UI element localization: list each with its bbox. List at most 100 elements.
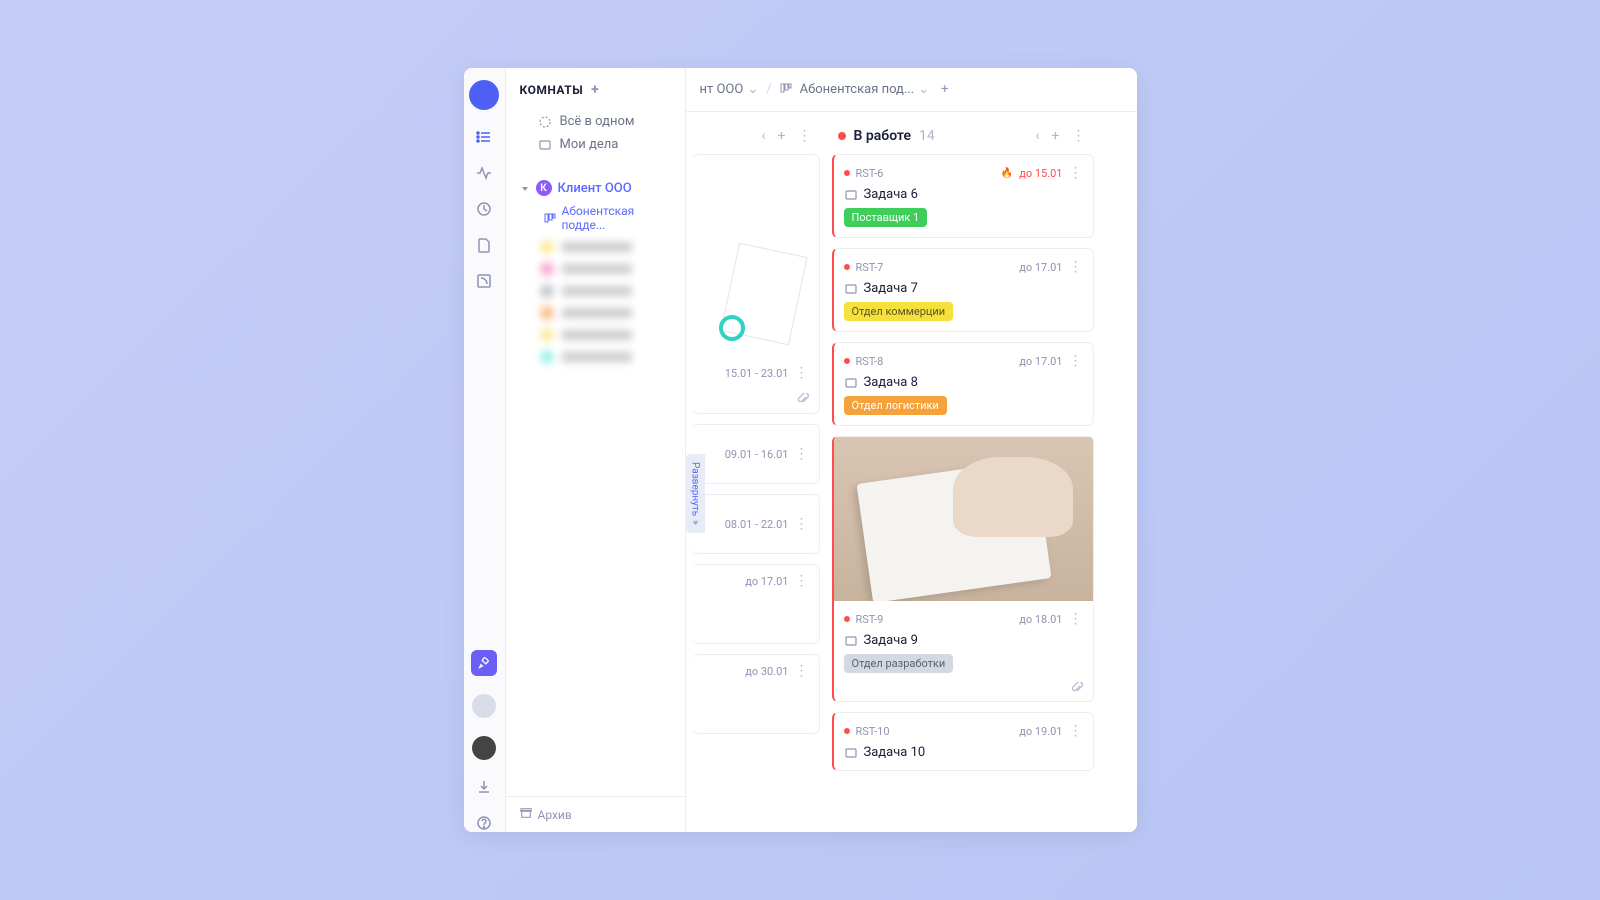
card-stub[interactable]: до 30.01 ⋮ xyxy=(692,654,820,734)
room-name: Клиент ООО xyxy=(558,181,632,196)
card-stub[interactable]: 08.01 - 22.01⋮ xyxy=(692,494,820,554)
expand-handle[interactable]: Развернуть » xyxy=(686,454,705,533)
card-stub[interactable]: до 17.01 ⋮ xyxy=(692,564,820,644)
room-blurred xyxy=(506,258,685,280)
kanban-card[interactable]: RST-7 до 17.01 ⋮ Задача 7 Отдел коммерции xyxy=(832,248,1094,332)
breadcrumb-room[interactable]: нт ООО⌄ xyxy=(700,82,759,97)
board-subscription[interactable]: Абонентская подде... xyxy=(506,200,685,236)
card-tag: Отдел разработки xyxy=(844,654,954,673)
column-more-icon[interactable]: ⋮ xyxy=(796,128,814,144)
prev-icon[interactable]: ‹ xyxy=(1033,128,1041,144)
breadcrumb: нт ООО⌄ / Абонентская под...⌄ + xyxy=(686,68,1137,112)
paperclip-icon xyxy=(797,393,809,405)
icon-rail xyxy=(464,68,506,832)
card-due: до 17.01 xyxy=(1019,261,1062,274)
kanban-card[interactable]: RST-8 до 17.01 ⋮ Задача 8 Отдел логистики xyxy=(832,342,1094,426)
board-icon xyxy=(544,212,556,224)
list-icon[interactable] xyxy=(475,128,493,146)
card-key: RST-9 xyxy=(856,613,884,626)
room-blurred xyxy=(506,324,685,346)
board-icon xyxy=(780,82,792,98)
breadcrumb-board[interactable]: Абонентская под...⌄ xyxy=(800,82,929,97)
board-name: Абонентская подде... xyxy=(562,204,675,232)
paperclip-icon xyxy=(1071,679,1083,691)
main-area: нт ООО⌄ / Абонентская под...⌄ + ‹ + ⋮ 15… xyxy=(686,68,1137,832)
feed-icon[interactable] xyxy=(475,272,493,290)
card-tag: Отдел коммерции xyxy=(844,302,954,321)
app-window: КОМНАТЫ + Всё в одном Мои дела К Клиент … xyxy=(464,68,1137,832)
card-status-dot xyxy=(844,264,850,270)
add-card-button[interactable]: + xyxy=(1050,128,1062,144)
card-title-text: Задача 8 xyxy=(864,375,918,390)
card-date: до 30.01 xyxy=(745,665,788,678)
archive-label: Архив xyxy=(538,808,572,822)
rocket-icon[interactable] xyxy=(471,650,497,676)
column-title: В работе xyxy=(854,128,912,144)
download-icon[interactable] xyxy=(475,778,493,796)
add-breadcrumb-button[interactable]: + xyxy=(941,82,948,97)
card-more-icon[interactable]: ⋮ xyxy=(795,663,809,679)
room-blurred xyxy=(506,346,685,368)
room-badge: К xyxy=(536,180,552,196)
task-icon xyxy=(844,746,858,760)
card-more-icon[interactable]: ⋮ xyxy=(1069,165,1083,181)
quick-label: Мои дела xyxy=(560,137,619,152)
card-more-icon[interactable]: ⋮ xyxy=(1069,723,1083,739)
card-more-icon[interactable]: ⋮ xyxy=(795,573,809,589)
kanban-card[interactable]: RST-6🔥до 15.01⋮Задача 6Поставщик 1 xyxy=(832,154,1094,238)
card-stub[interactable]: 09.01 - 16.01⋮ xyxy=(692,424,820,484)
card-more-icon[interactable]: ⋮ xyxy=(1069,353,1083,369)
card-title-text: Задача 7 xyxy=(864,281,918,296)
archive-link[interactable]: Архив xyxy=(506,796,685,832)
card-title-text: Задача 6 xyxy=(864,187,918,202)
prev-icon[interactable]: ‹ xyxy=(759,128,767,144)
card-status-dot xyxy=(844,728,850,734)
user-avatar-1[interactable] xyxy=(472,694,496,718)
activity-icon[interactable] xyxy=(475,164,493,182)
card-title-text: Задача 10 xyxy=(864,745,926,760)
quick-label: Всё в одном xyxy=(560,114,635,129)
card-image xyxy=(834,437,1093,601)
card-key: RST-10 xyxy=(856,725,890,738)
card-key: RST-8 xyxy=(856,355,884,368)
card-due: до 17.01 xyxy=(1019,355,1062,368)
clock-icon[interactable] xyxy=(475,200,493,218)
card-title-text: Задача 9 xyxy=(864,633,918,648)
archive-icon xyxy=(520,807,532,822)
quick-all-in-one[interactable]: Всё в одном xyxy=(506,110,685,133)
card-status-dot xyxy=(844,358,850,364)
kanban-board: ‹ + ⋮ 15.01 - 23.01⋮ 09.01 - 16.01⋮ 08.01 … xyxy=(686,112,1137,832)
all-icon xyxy=(538,115,552,129)
column-more-icon[interactable]: ⋮ xyxy=(1070,128,1088,144)
kanban-card[interactable]: RST-9до 18.01⋮Задача 9Отдел разработки xyxy=(832,436,1094,702)
card-more-icon[interactable]: ⋮ xyxy=(795,446,809,462)
kanban-card[interactable]: RST-10 до 19.01 ⋮ Задача 10 xyxy=(832,712,1094,771)
card-tag: Отдел логистики xyxy=(844,396,947,415)
column-in-work: В работе 14 ‹ + ⋮ RST-6🔥до 15.01⋮Задача … xyxy=(826,112,1100,832)
card-more-icon[interactable]: ⋮ xyxy=(1069,259,1083,275)
chevron-right-icon: » xyxy=(690,520,701,525)
caret-down-icon xyxy=(520,183,530,193)
card-tag: Поставщик 1 xyxy=(844,208,928,227)
add-room-button[interactable]: + xyxy=(591,82,599,98)
workspace-avatar[interactable] xyxy=(469,80,499,110)
card-stub[interactable]: 15.01 - 23.01⋮ xyxy=(692,154,820,414)
card-due: до 19.01 xyxy=(1019,725,1062,738)
room-client[interactable]: К Клиент ООО xyxy=(506,176,685,200)
card-status-dot xyxy=(844,616,850,622)
help-icon[interactable] xyxy=(475,814,493,832)
card-key: RST-7 xyxy=(856,261,884,274)
chevron-down-icon: ⌄ xyxy=(747,82,758,97)
add-card-button[interactable]: + xyxy=(776,128,788,144)
doc-icon[interactable] xyxy=(475,236,493,254)
quick-my-tasks[interactable]: Мои дела xyxy=(506,133,685,156)
card-more-icon[interactable]: ⋮ xyxy=(1069,611,1083,627)
card-key: RST-6 xyxy=(856,167,884,180)
card-date: до 17.01 xyxy=(745,575,788,588)
breadcrumb-sep: / xyxy=(766,82,771,97)
task-icon xyxy=(844,282,858,296)
card-more-icon[interactable]: ⋮ xyxy=(795,516,809,532)
user-avatar-2[interactable] xyxy=(472,736,496,760)
status-dot xyxy=(838,132,846,140)
card-more-icon[interactable]: ⋮ xyxy=(795,365,809,381)
